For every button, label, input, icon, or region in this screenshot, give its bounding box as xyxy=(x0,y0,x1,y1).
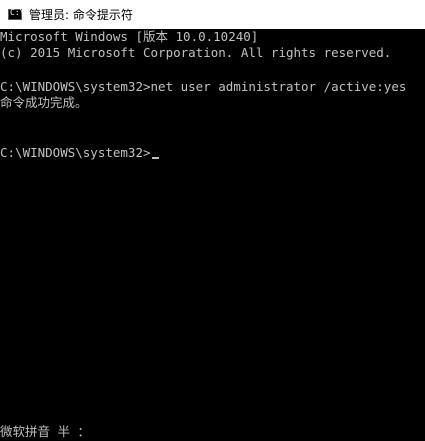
console-icon-glyph: C:\ xyxy=(10,8,25,17)
window-title: 管理员: 命令提示符 xyxy=(29,8,133,22)
console-line-version: Microsoft Windows [版本 10.0.10240] xyxy=(0,29,259,44)
console-line-result: 命令成功完成。 xyxy=(0,95,88,110)
text-cursor xyxy=(151,157,159,159)
ime-status-bar: 微软拼音 半 ： xyxy=(0,423,425,441)
command-prompt-window[interactable]: C:\ 管理员: 命令提示符 Microsoft Windows [版本 10.… xyxy=(0,0,425,441)
console-icon: C:\ xyxy=(8,8,25,20)
console-prompt: C:\WINDOWS\system32> xyxy=(0,145,151,160)
title-bar[interactable]: C:\ 管理员: 命令提示符 xyxy=(0,0,425,29)
console-line-command: C:\WINDOWS\system32>net user administrat… xyxy=(0,79,407,94)
console-prompt-line[interactable]: C:\WINDOWS\system32> xyxy=(0,145,159,161)
console-output[interactable]: Microsoft Windows [版本 10.0.10240] (c) 20… xyxy=(0,29,425,441)
console-line-copyright: (c) 2015 Microsoft Corporation. All righ… xyxy=(0,45,392,60)
